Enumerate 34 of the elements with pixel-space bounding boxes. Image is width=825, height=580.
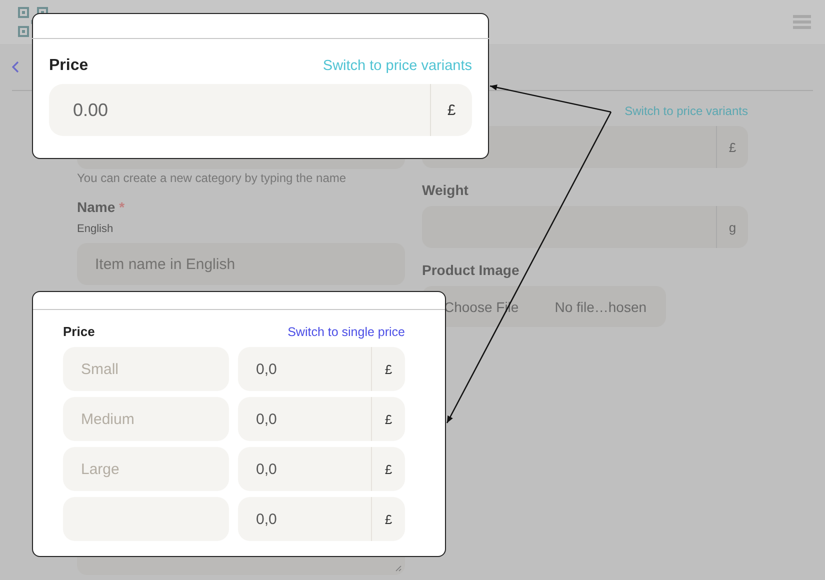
price-label: Price [49, 57, 88, 75]
price-value: 0.00 [72, 100, 108, 120]
variant-price-field[interactable]: 0,0 £ [238, 347, 405, 391]
currency-label: £ [371, 447, 405, 491]
variant-name-field[interactable]: Large [63, 447, 229, 491]
unit-label: g [716, 206, 748, 248]
language-label: English [77, 223, 114, 235]
single-price-link[interactable]: Switch to single price [288, 324, 405, 338]
currency-label: £ [371, 497, 405, 541]
variant-name-field[interactable]: Small [63, 347, 229, 391]
resize-handle-icon[interactable] [394, 564, 402, 572]
variant-price-field[interactable]: 0,0 £ [238, 447, 405, 491]
variant-name-field[interactable]: Medium [63, 397, 229, 441]
category-hint: You can create a new category by typing the name [77, 171, 348, 185]
price-label: Price [63, 324, 95, 339]
name-input[interactable]: Item name in English [77, 243, 405, 285]
currency-label: £ [716, 126, 748, 168]
price-value: 0,0 [255, 460, 277, 478]
price-field[interactable]: 0.00 £ [49, 84, 472, 136]
price-value: 0,0 [255, 510, 277, 528]
variant-price-field[interactable]: 0,0 £ [238, 397, 405, 441]
variant-price-field[interactable]: 0,0 £ [238, 497, 405, 541]
name-label: Name [77, 199, 116, 215]
product-image-label: Product Image [422, 262, 520, 278]
back-chevron-icon[interactable] [12, 61, 20, 73]
currency-label: £ [371, 397, 405, 441]
currency-label: £ [430, 84, 472, 136]
file-status: No file…hosen [554, 298, 647, 314]
price-value: 0,0 [255, 410, 277, 428]
price-value: 0,0 [255, 360, 277, 378]
weight-label: Weight [422, 182, 470, 198]
menu-icon[interactable] [793, 15, 811, 29]
currency-label: £ [371, 347, 405, 391]
required-mark: * [119, 199, 125, 215]
